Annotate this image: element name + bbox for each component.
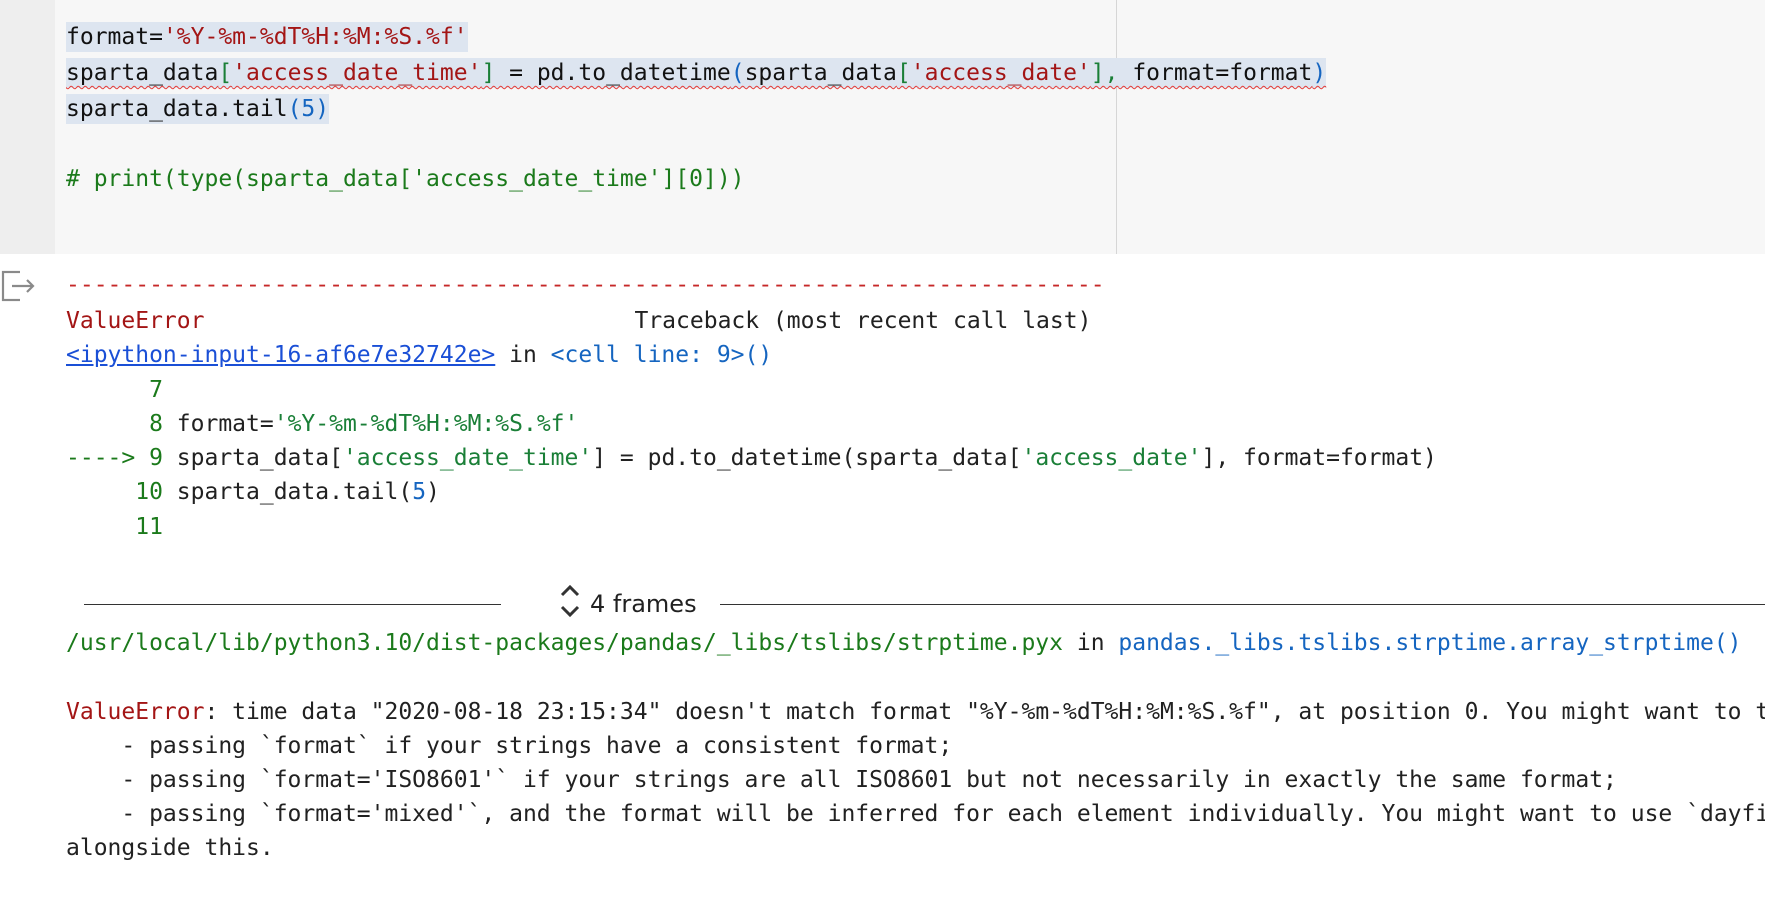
final-error-type: ValueError [66,699,205,725]
final-error-message: : time data "2020-08-18 23:15:34" doesn'… [204,699,1765,725]
code-bracket: [ [896,60,911,86]
in-word: in [495,342,551,368]
hint-line-2: - passing `format='ISO8601'` if your str… [66,767,1617,793]
code-cell[interactable]: format='%Y-%m-%dT%H:%M:%S.%f' sparta_dat… [0,0,1765,254]
code-string: '%Y-%m-%dT%H:%M:%S.%f' [273,411,579,437]
error-type: ValueError [66,308,205,334]
code-paren: ) [1312,60,1327,86]
traceback-header: ValueError Traceback (most recent call la… [66,304,1091,338]
code-line-comment[interactable]: # print(type(sparta_data['access_date_ti… [66,164,745,194]
traceback-title: Traceback (most recent call last) [634,308,1092,334]
code-string: 'access_date' [1021,445,1202,471]
frames-divider-left [84,604,501,605]
traceback-line-10: 10 sparta_data.tail(5) [66,475,440,509]
traceback-line-9: ----> 9 sparta_data['access_date_time'] … [66,441,1437,475]
code-bracket: ], [1090,60,1119,86]
line-number: 8 [66,411,177,437]
traceback-divider: ----------------------------------------… [66,272,1105,298]
code-token: sparta_data [66,60,219,86]
code-paren: ( [730,60,745,86]
column-ruler [1116,0,1117,254]
ipython-input-link[interactable]: <ipython-input-16-af6e7e32742e> [66,342,495,368]
code-number: 5 [301,96,316,122]
cell-gutter [0,0,55,254]
code-token: = pd.to_datetime [495,60,731,86]
code-bracket: ] [481,60,496,86]
code-line-3[interactable]: sparta_data.tail(5) [66,94,330,124]
frames-toggle-button[interactable]: 4 frames [558,584,697,624]
code-token: format= [66,24,163,50]
code-bracket: [ [218,60,233,86]
code-line-1[interactable]: format='%Y-%m-%dT%H:%M:%S.%f' [66,22,468,52]
code-string: 'access_date_time' [342,445,593,471]
traceback-line-8: 8 format='%Y-%m-%dT%H:%M:%S.%f' [66,407,578,441]
in-word: in [1063,630,1119,656]
frames-collapse-row: 4 frames [84,584,1765,624]
code-token: format= [176,411,274,437]
code-token: ], format=format) [1201,445,1437,471]
traceback-location: <ipython-input-16-af6e7e32742e> in <cell… [66,338,772,372]
code-token: sparta_data.tail( [176,479,413,505]
hint-line-3: - passing `format='mixed'`, and the form… [66,801,1765,827]
code-line-2[interactable]: sparta_data['access_date_time'] = pd.to_… [66,58,1327,88]
output-redirect-icon[interactable] [0,266,40,306]
code-token: ) [426,479,440,505]
library-path: /usr/local/lib/python3.10/dist-packages/… [66,630,1063,656]
code-token: sparta_data.tail [66,96,288,122]
cell-line-ref: <cell line: 9> [550,342,745,368]
code-string: '%Y-%m-%dT%H:%M:%S.%f' [162,24,468,50]
final-error-line: ValueError: time data "2020-08-18 23:15:… [66,695,1765,729]
frames-divider-right [720,604,1765,605]
code-token: sparta_data[ [176,445,343,471]
library-function: pandas._libs.tslibs.strptime.array_strpt… [1118,630,1742,656]
code-paren: ) [315,96,330,122]
code-token: format=format [1118,60,1313,86]
hint-line-1: - passing `format` if your strings have … [66,733,953,759]
code-token: ] = pd.to_datetime(sparta_data[ [592,445,1022,471]
code-number: 5 [412,479,427,505]
traceback-line-7: 7 [66,377,163,403]
code-paren: ( [287,96,302,122]
code-token: sparta_data [744,60,897,86]
line-number: 10 [66,479,177,505]
library-frame-line: /usr/local/lib/python3.10/dist-packages/… [66,626,1742,660]
frames-label: 4 frames [590,590,697,618]
traceback-line-11: 11 [66,514,163,540]
code-string: 'access_date' [910,60,1091,86]
cell-line-paren: () [744,342,773,368]
code-string: 'access_date_time' [232,60,482,86]
hint-line-4: alongside this. [66,835,274,861]
error-arrow: ----> 9 [66,445,177,471]
expand-collapse-icon [558,581,582,627]
